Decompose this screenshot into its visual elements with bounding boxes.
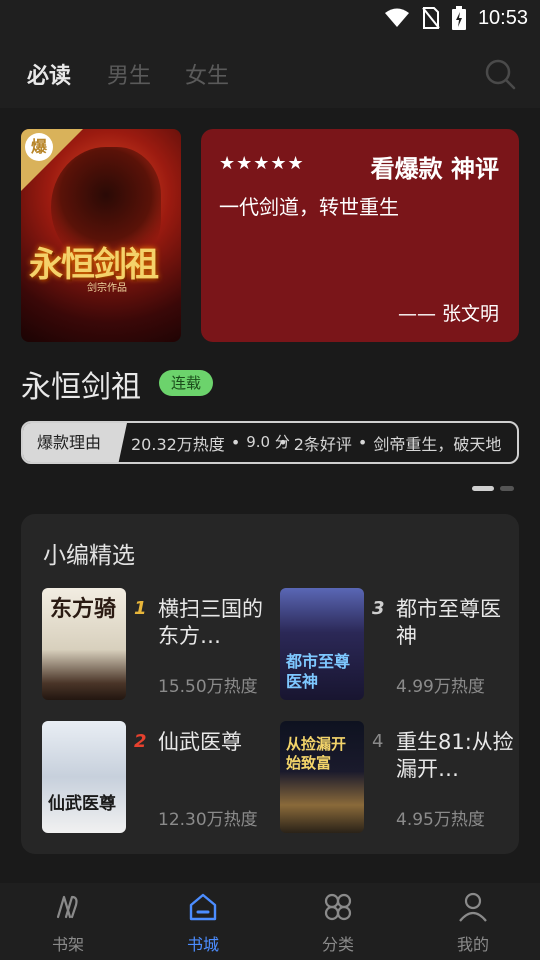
list-item[interactable]: 仙武医尊 2 仙武医尊 12.30万热度	[42, 721, 272, 833]
cover-art-text: 都市至尊医神	[286, 652, 351, 691]
nav-label: 书架	[51, 935, 84, 954]
nav-bookstore[interactable]: 书城	[163, 891, 243, 955]
serial-status-badge: 连载	[159, 370, 214, 396]
tagline: 剑帝重生，破天地	[373, 434, 502, 454]
book-heat: 12.30万热度	[158, 810, 258, 830]
tab-must-read[interactable]: 必读	[27, 58, 71, 90]
rank-number: 1	[134, 598, 147, 619]
featured-book-cover[interactable]: 永恒剑祖 剑宗作品 爆	[21, 129, 181, 342]
nav-bookshelf[interactable]: 书架	[28, 891, 108, 955]
editor-picks-section: 小编精选 东方骑 1 横扫三国的东方… 15.50万热度 都市至尊医神 3 都市…	[21, 514, 519, 854]
status-time: 10:53	[477, 6, 528, 29]
no-sim-icon	[422, 7, 440, 29]
list-item[interactable]: 东方骑 1 横扫三国的东方… 15.50万热度	[42, 588, 272, 700]
status-bar: 10:53	[0, 0, 540, 36]
heat-value: 20.32万热度	[131, 434, 225, 454]
bookstore-icon	[189, 893, 217, 921]
top-tab-bar: 必读 男生 女生	[0, 50, 540, 100]
nav-label: 我的	[456, 935, 489, 954]
cover-art-text: 仙武医尊	[48, 794, 116, 814]
book-heat: 4.99万热度	[396, 677, 485, 697]
status-icons: 10:53	[384, 6, 528, 30]
separator-dot: •	[357, 433, 368, 452]
review-card-title: 看爆款 神评	[370, 155, 499, 183]
page-dot-active	[472, 486, 494, 491]
book-cover: 东方骑	[42, 588, 126, 700]
page-dot	[500, 486, 514, 491]
book-name: 都市至尊医神	[396, 597, 501, 648]
cover-art-text: 从捡漏开始致富	[286, 735, 347, 772]
section-title: 小编精选	[43, 543, 135, 569]
book-name: 仙武医尊	[158, 730, 242, 754]
book-name: 重生81:从捡漏开…	[396, 730, 514, 781]
tab-male[interactable]: 男生	[107, 58, 151, 90]
nav-label: 分类	[321, 935, 354, 954]
book-cover: 都市至尊医神	[280, 588, 364, 700]
reason-label: 爆款理由	[23, 423, 127, 462]
bottom-nav: 书架 书城 分类 我的	[0, 883, 540, 960]
separator-dot: •	[278, 433, 288, 452]
category-icon	[324, 893, 352, 921]
hot-reason-bar[interactable]: 爆款理由 20.32万热度 • 9.0 分 • 2条好评 • 剑帝重生，破天地	[21, 421, 519, 464]
review-author: —— 张文明	[397, 303, 499, 325]
book-heat: 15.50万热度	[158, 677, 258, 697]
nav-category[interactable]: 分类	[298, 891, 378, 955]
review-quote: 一代剑道，转世重生	[219, 195, 399, 219]
cover-art-text: 东方骑	[50, 596, 117, 622]
rating-stars: ★★★★★	[219, 153, 305, 174]
book-heat: 4.95万热度	[396, 810, 485, 830]
nav-label: 书城	[186, 935, 219, 954]
reviews-count: 2条好评	[293, 434, 352, 454]
cover-subtitle: 剑宗作品	[87, 283, 127, 294]
search-icon[interactable]	[484, 58, 516, 90]
rank-number: 3	[372, 598, 385, 619]
reason-details: 20.32万热度 • 9.0 分 • 2条好评 • 剑帝重生，破天地	[131, 423, 501, 462]
list-item[interactable]: 从捡漏开始致富 4 重生81:从捡漏开… 4.95万热度	[280, 721, 514, 833]
featured-book-title[interactable]: 永恒剑祖	[21, 362, 141, 406]
separator-dot: •	[230, 433, 241, 452]
wifi-icon	[384, 8, 409, 27]
battery-charging-icon	[451, 6, 466, 30]
bookshelf-icon	[56, 895, 78, 919]
book-cover: 仙武医尊	[42, 721, 126, 833]
score-value: 9.0 分	[246, 434, 290, 451]
carousel-indicator	[472, 486, 514, 491]
tab-female[interactable]: 女生	[185, 58, 229, 90]
nav-profile[interactable]: 我的	[433, 891, 513, 955]
list-item[interactable]: 都市至尊医神 3 都市至尊医神 4.99万热度	[280, 588, 510, 700]
rank-number: 4	[372, 731, 384, 752]
hot-badge: 爆	[25, 133, 53, 161]
review-card[interactable]: ★★★★★ 看爆款 神评 一代剑道，转世重生 —— 张文明	[201, 129, 519, 342]
profile-icon	[459, 892, 487, 922]
book-name: 横扫三国的东方…	[158, 597, 263, 648]
rank-number: 2	[134, 731, 147, 752]
book-cover: 从捡漏开始致富	[280, 721, 364, 833]
